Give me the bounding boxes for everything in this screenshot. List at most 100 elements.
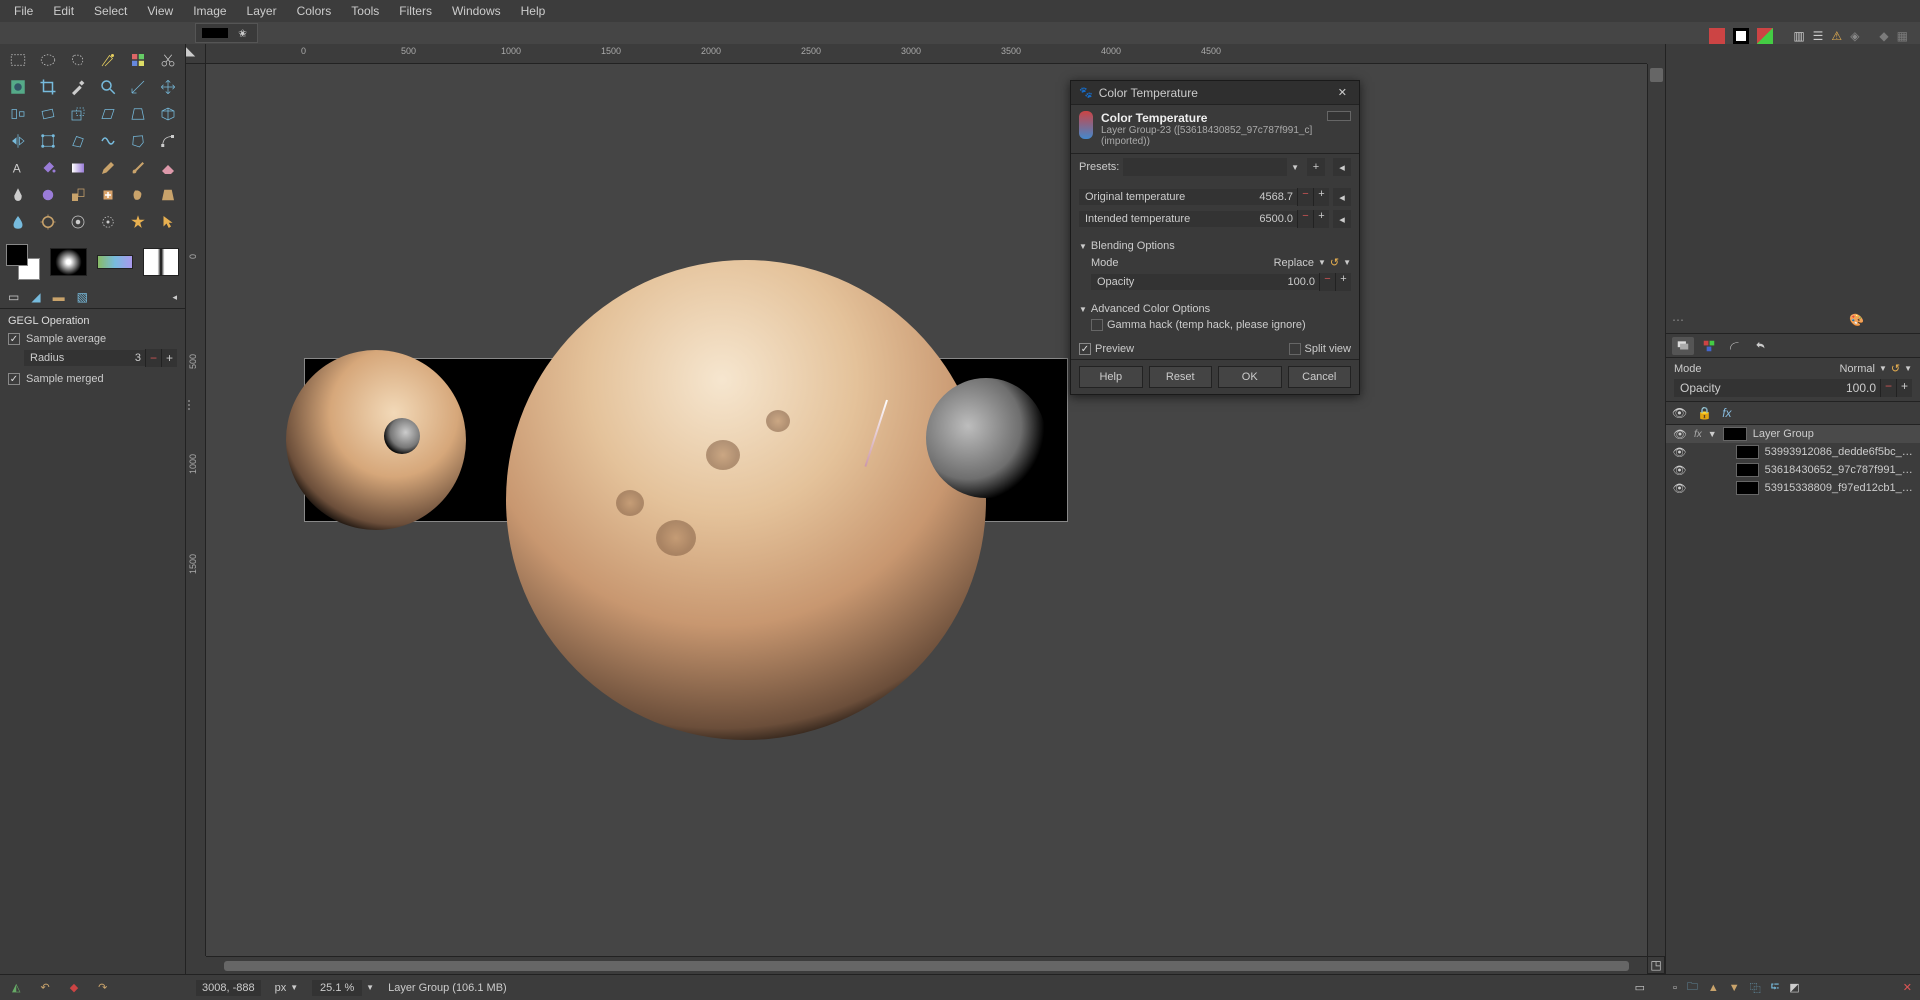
blend-opacity-dec[interactable]: −: [1319, 273, 1335, 291]
eye-icon[interactable]: 👁: [1672, 464, 1687, 477]
tool-handle-transform[interactable]: [64, 129, 91, 153]
tool-foreground-select[interactable]: [4, 75, 31, 99]
ghost-icon2[interactable]: ▦: [1897, 29, 1908, 43]
tool-eraser[interactable]: [154, 156, 181, 180]
tool-ink[interactable]: [4, 183, 31, 207]
menu-image[interactable]: Image: [183, 1, 236, 21]
intended-temp-dec[interactable]: −: [1297, 210, 1313, 228]
menu-view[interactable]: View: [137, 1, 183, 21]
warning-icon[interactable]: ⚠: [1831, 29, 1842, 43]
undo-tab[interactable]: [1750, 337, 1772, 355]
duplicate-layer-icon[interactable]: ⿻: [1750, 980, 1761, 996]
preset-menu-button[interactable]: ◂: [1333, 158, 1351, 176]
tool-heal[interactable]: [94, 183, 121, 207]
orig-temp-inc[interactable]: +: [1313, 188, 1329, 206]
diamond-icon[interactable]: ◈: [1850, 29, 1859, 43]
blend-mode-dropdown[interactable]: Replace▼ ↺▼: [1274, 256, 1351, 269]
radius-value[interactable]: 3: [115, 350, 145, 366]
tool-gradient[interactable]: [64, 156, 91, 180]
tool-warp[interactable]: [94, 129, 121, 153]
tool-rect-select[interactable]: [4, 48, 31, 72]
layer-opacity-dec[interactable]: −: [1880, 379, 1896, 397]
orig-temp-value[interactable]: 4568.7: [1253, 189, 1297, 205]
radius-inc[interactable]: +: [161, 349, 177, 367]
document-canvas[interactable]: [306, 360, 1066, 520]
layer-name[interactable]: Layer Group: [1753, 428, 1814, 440]
dock-menu-button[interactable]: ⋯: [1672, 313, 1686, 327]
tool-unified-transform[interactable]: [34, 129, 61, 153]
menu-colors[interactable]: Colors: [287, 1, 342, 21]
layer-name[interactable]: 53993912086_dedde6f5bc_c.jpg: [1765, 446, 1914, 458]
layer-name[interactable]: 53618430652_97c787f991_c.jpg: [1765, 464, 1914, 476]
menu-select[interactable]: Select: [84, 1, 137, 21]
merge-icon[interactable]: ⮓: [1771, 978, 1780, 997]
menu-tools[interactable]: Tools: [341, 1, 389, 21]
layer-row[interactable]: 👁 53993912086_dedde6f5bc_c.jpg: [1666, 443, 1920, 461]
visibility-toggle-icon[interactable]: 👁: [1672, 406, 1687, 420]
eye-icon[interactable]: 👁: [1672, 428, 1688, 441]
tool-gegl-op[interactable]: [64, 210, 91, 234]
document-tab[interactable]: ✬: [195, 23, 258, 43]
layer-row[interactable]: 👁 53915338809_f97ed12cb1_c.jpg: [1666, 479, 1920, 497]
splitview-checkbox[interactable]: [1289, 343, 1301, 355]
tool-fuzzy-select[interactable]: [94, 48, 121, 72]
orig-temp-dec[interactable]: −: [1297, 188, 1313, 206]
tool-scale[interactable]: [64, 102, 91, 126]
fg-bg-swatches[interactable]: [6, 244, 40, 280]
preset-add-button[interactable]: +: [1307, 158, 1325, 176]
tool-scissors[interactable]: [154, 48, 181, 72]
layers-stack-icon[interactable]: ☰: [1813, 29, 1824, 43]
record-status-icon[interactable]: ◆: [70, 981, 78, 994]
tool-rotate[interactable]: [34, 102, 61, 126]
tool-smudge[interactable]: [124, 183, 151, 207]
brush-preview[interactable]: [50, 248, 86, 276]
tool-flip[interactable]: [4, 129, 31, 153]
tool-color-picker[interactable]: [64, 75, 91, 99]
tool-measure[interactable]: [124, 75, 151, 99]
lower-layer-icon[interactable]: ▼: [1729, 982, 1740, 994]
ruler-corner[interactable]: ◣: [186, 44, 206, 64]
blend-opacity-value[interactable]: 100.0: [1275, 274, 1319, 290]
fx-icon[interactable]: fx: [1722, 406, 1731, 420]
pattern-preview[interactable]: [143, 248, 179, 276]
eye-icon[interactable]: 👁: [1672, 482, 1687, 495]
new-group-icon[interactable]: 🗀: [1687, 978, 1698, 997]
delete-layer-icon[interactable]: ✕: [1903, 981, 1912, 994]
image-menu-icon[interactable]: ▭: [8, 290, 19, 304]
orig-temp-reset[interactable]: ◂: [1333, 188, 1351, 206]
menu-help[interactable]: Help: [511, 1, 556, 21]
tool-perspective[interactable]: [124, 102, 151, 126]
fill-bg-icon[interactable]: [1733, 28, 1749, 44]
lock-icon[interactable]: 🔒: [1697, 406, 1712, 420]
swap-icon[interactable]: [1757, 28, 1773, 44]
tool-3d-transform[interactable]: [154, 102, 181, 126]
menu-edit[interactable]: Edit: [43, 1, 84, 21]
menu-filters[interactable]: Filters: [389, 1, 442, 21]
advanced-collapse[interactable]: ▼Advanced Color Options: [1079, 303, 1351, 315]
tool-zoom[interactable]: [94, 75, 121, 99]
brush-editor-icon[interactable]: ◢: [31, 290, 40, 304]
mode-reset-icon[interactable]: ↺: [1891, 362, 1900, 375]
sample-merged-checkbox[interactable]: ✓: [8, 373, 20, 385]
tab-close-button[interactable]: ✬: [234, 27, 251, 40]
layer-name[interactable]: 53915338809_f97ed12cb1_c.jpg: [1765, 482, 1914, 494]
preview-checkbox[interactable]: ✓: [1079, 343, 1091, 355]
tool-free-select[interactable]: [64, 48, 91, 72]
tool-gegl-graph[interactable]: [94, 210, 121, 234]
cancel-button[interactable]: Cancel: [1288, 366, 1352, 388]
eye-icon[interactable]: 👁: [1672, 446, 1687, 459]
gradient-preview[interactable]: [97, 255, 133, 269]
tool-paths[interactable]: [154, 129, 181, 153]
new-layer-icon[interactable]: ▫: [1673, 982, 1677, 994]
blending-collapse[interactable]: ▼Blending Options: [1079, 240, 1351, 252]
tool-dodge[interactable]: [34, 210, 61, 234]
tool-shear[interactable]: [94, 102, 121, 126]
tool-move[interactable]: [154, 75, 181, 99]
tool-ellipse-select[interactable]: [34, 48, 61, 72]
tool-blur[interactable]: [4, 210, 31, 234]
tool-crop[interactable]: [34, 75, 61, 99]
undo-status-icon[interactable]: ↶: [40, 981, 49, 994]
fill-fg-icon[interactable]: [1709, 28, 1725, 44]
tool-clone[interactable]: [64, 183, 91, 207]
radius-dec[interactable]: −: [145, 349, 161, 367]
